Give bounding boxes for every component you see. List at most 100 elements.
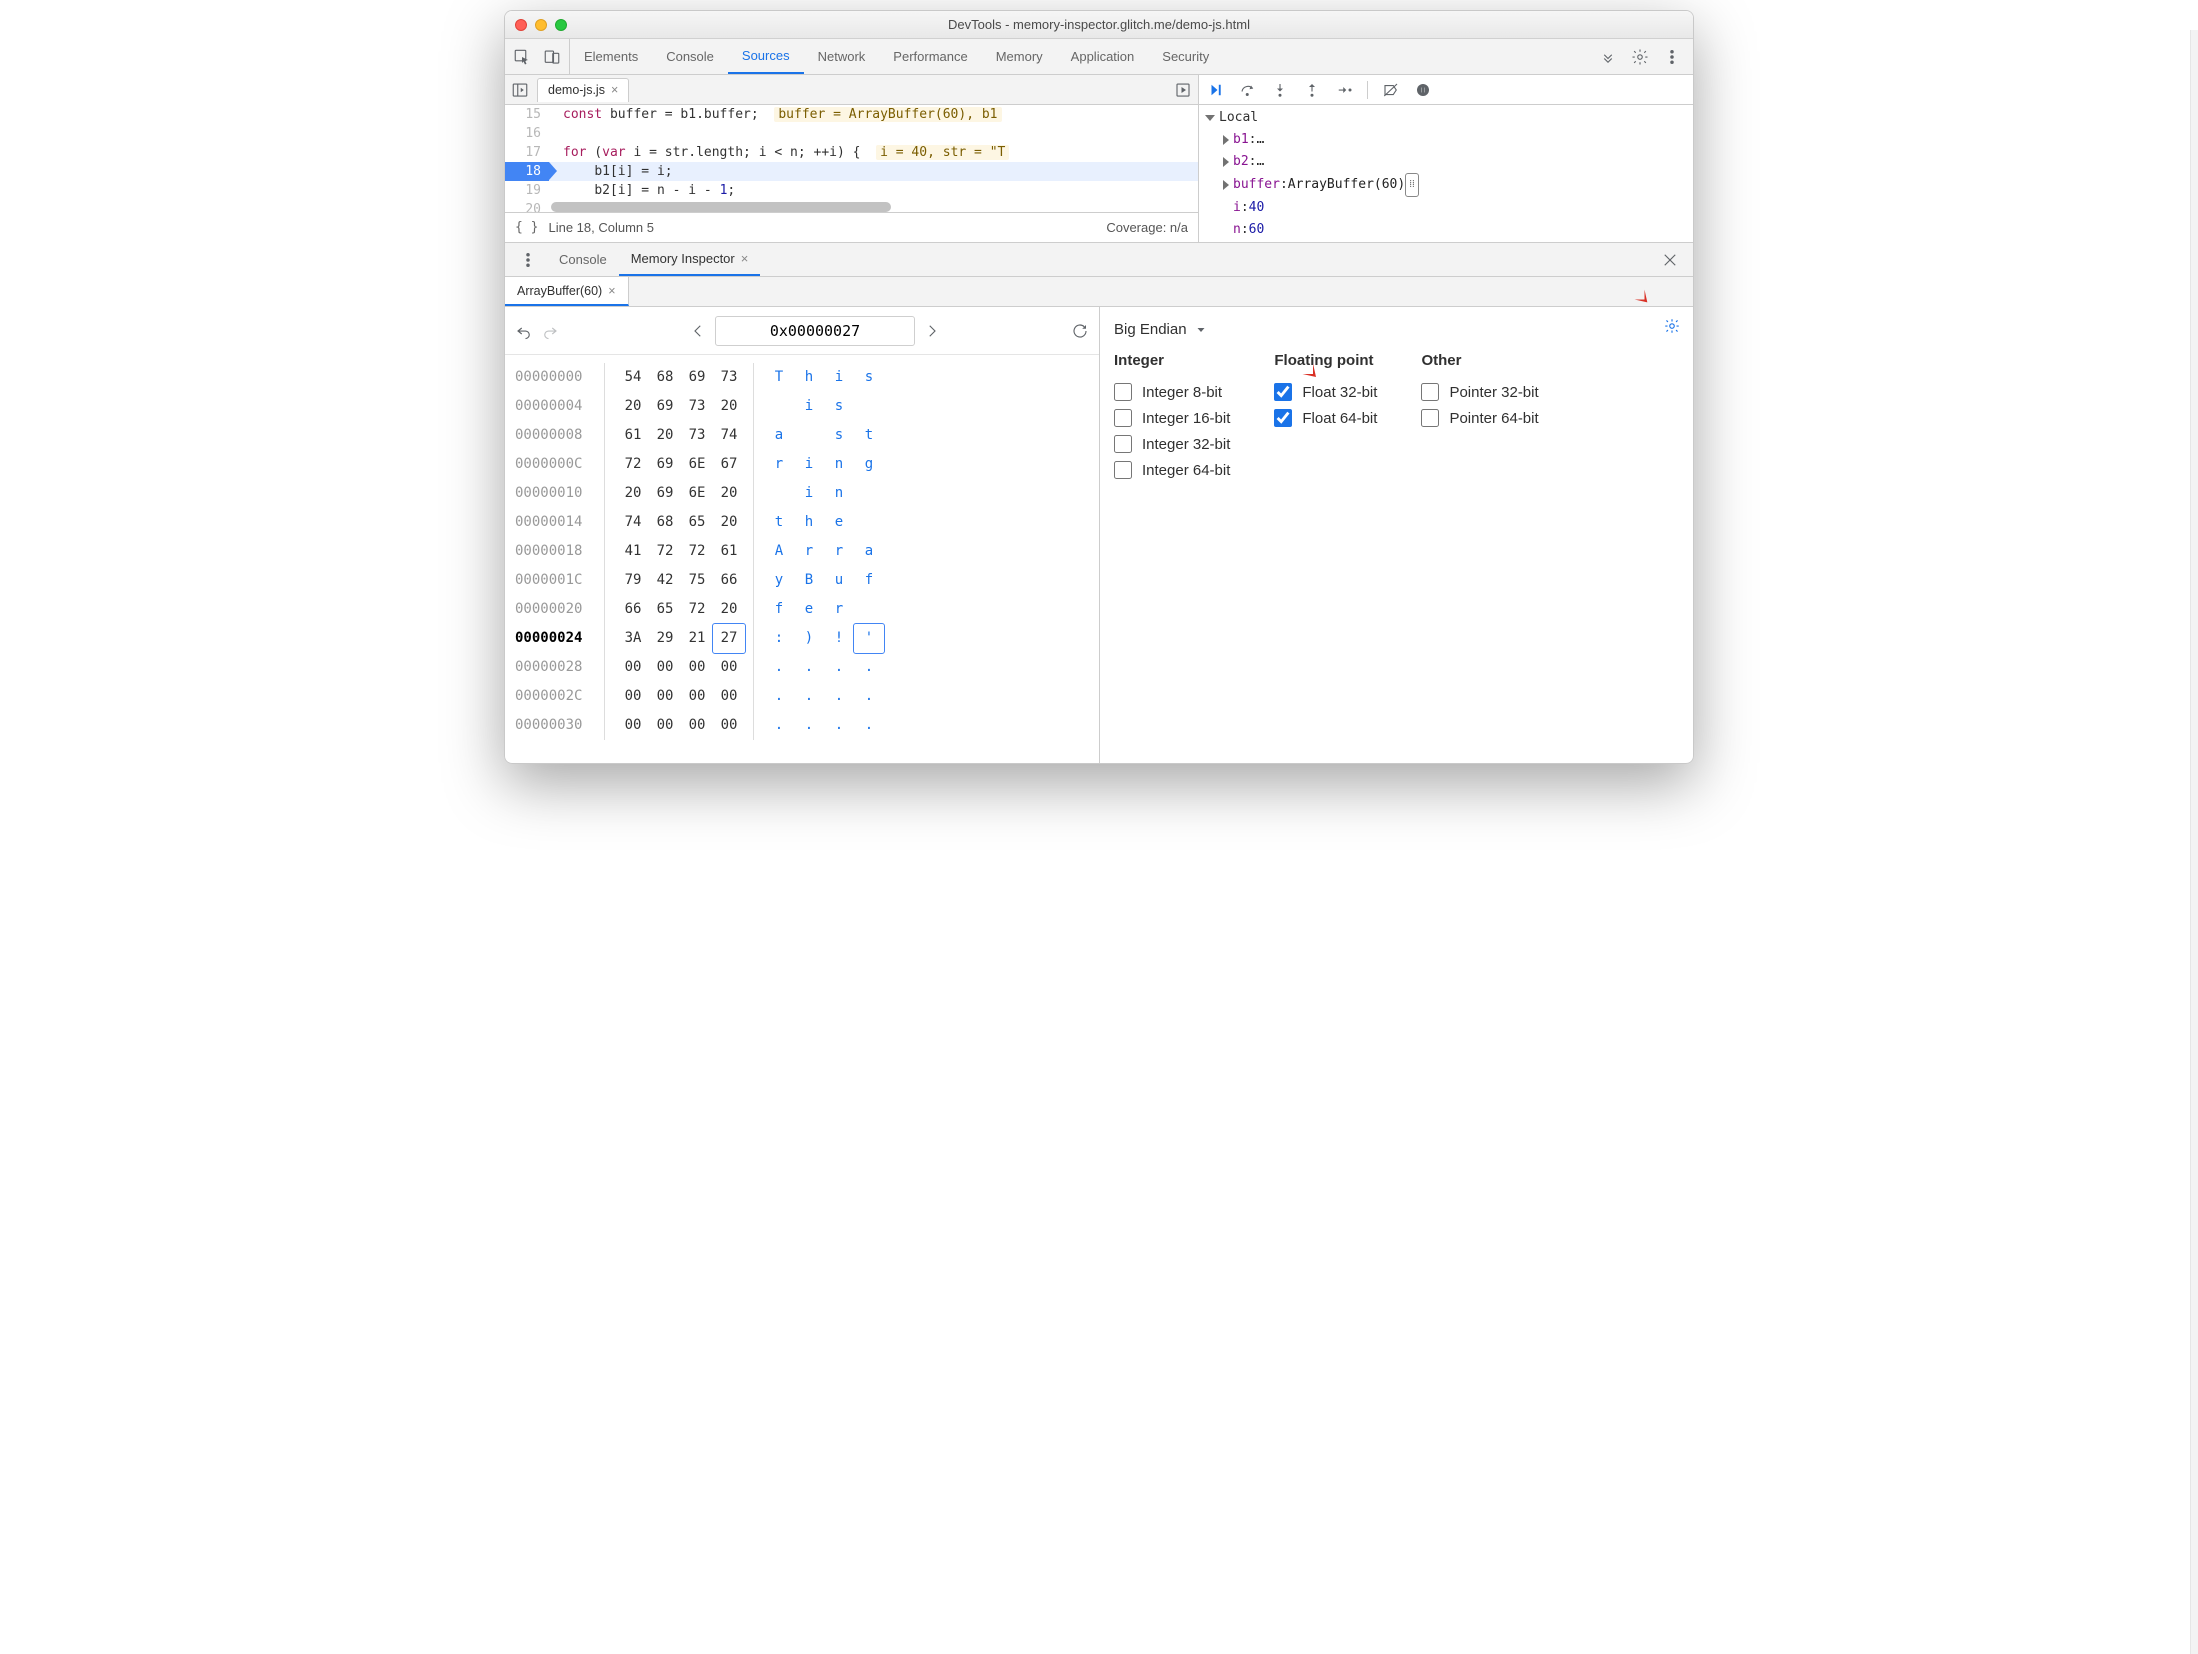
ascii-byte[interactable]: a xyxy=(854,537,884,566)
ascii-byte[interactable]: . xyxy=(824,653,854,682)
ascii-byte[interactable] xyxy=(764,392,794,421)
ascii-byte[interactable]: : xyxy=(764,624,794,653)
minimize-window-button[interactable] xyxy=(535,19,547,31)
hex-byte[interactable]: 66 xyxy=(713,566,745,595)
value-type-option[interactable]: Integer 8-bit xyxy=(1114,379,1230,405)
hex-byte[interactable]: 72 xyxy=(681,537,713,566)
hex-byte[interactable]: 72 xyxy=(649,537,681,566)
hex-byte[interactable]: 21 xyxy=(681,624,713,653)
hex-byte[interactable]: 00 xyxy=(713,653,745,682)
line-number[interactable]: 15 xyxy=(505,105,549,124)
code-editor[interactable]: 15const buffer = b1.buffer; buffer = Arr… xyxy=(505,105,1198,212)
line-number[interactable]: 20 xyxy=(505,200,549,212)
horizontal-scrollbar[interactable] xyxy=(551,202,891,212)
hex-byte[interactable]: 00 xyxy=(713,711,745,740)
deactivate-breakpoints-icon[interactable] xyxy=(1382,81,1400,99)
hex-byte[interactable]: 54 xyxy=(617,363,649,392)
step-icon[interactable] xyxy=(1335,81,1353,99)
line-number[interactable]: 17 xyxy=(505,143,549,162)
ascii-byte[interactable]: r xyxy=(794,537,824,566)
scope-variable[interactable]: buffer: ArrayBuffer(60) ⁞⁞ xyxy=(1205,173,1693,197)
ascii-byte[interactable]: . xyxy=(794,653,824,682)
hex-byte[interactable]: 00 xyxy=(649,653,681,682)
pause-on-exceptions-icon[interactable] xyxy=(1414,81,1432,99)
tab-console[interactable]: Console xyxy=(652,39,728,74)
hex-byte[interactable]: 74 xyxy=(713,421,745,450)
scope-variable[interactable]: i: 40 xyxy=(1205,197,1693,219)
hex-byte[interactable]: 20 xyxy=(617,479,649,508)
expand-icon[interactable] xyxy=(1223,135,1229,145)
hex-byte[interactable]: 69 xyxy=(649,392,681,421)
memory-buffer-tab[interactable]: ArrayBuffer(60) × xyxy=(505,277,629,306)
close-buffer-tab-icon[interactable]: × xyxy=(608,284,615,298)
checkbox[interactable] xyxy=(1114,383,1132,401)
line-number[interactable]: 16 xyxy=(505,124,549,143)
hex-byte[interactable]: 00 xyxy=(713,682,745,711)
hex-byte[interactable]: 29 xyxy=(649,624,681,653)
ascii-byte[interactable] xyxy=(854,595,884,624)
hex-byte[interactable]: 20 xyxy=(649,421,681,450)
value-type-option[interactable]: Integer 16-bit xyxy=(1114,405,1230,431)
hex-byte[interactable]: 20 xyxy=(713,508,745,537)
tab-performance[interactable]: Performance xyxy=(879,39,981,74)
ascii-byte[interactable]: A xyxy=(764,537,794,566)
hex-byte[interactable]: 00 xyxy=(617,682,649,711)
run-snippet-icon[interactable] xyxy=(1174,81,1192,99)
checkbox[interactable] xyxy=(1274,409,1292,427)
hex-byte[interactable]: 00 xyxy=(681,682,713,711)
hex-byte[interactable]: 69 xyxy=(649,450,681,479)
hex-byte[interactable]: 00 xyxy=(617,653,649,682)
hex-byte[interactable]: 74 xyxy=(617,508,649,537)
hex-byte[interactable]: 69 xyxy=(681,363,713,392)
tab-sources[interactable]: Sources xyxy=(728,39,804,74)
step-into-icon[interactable] xyxy=(1271,81,1289,99)
hex-viewer[interactable]: 0000000054686973This0000000420697320 is … xyxy=(505,355,1099,748)
address-input[interactable] xyxy=(715,316,915,346)
close-window-button[interactable] xyxy=(515,19,527,31)
hex-byte[interactable]: 20 xyxy=(713,479,745,508)
step-out-icon[interactable] xyxy=(1303,81,1321,99)
scope-variable[interactable]: n: 60 xyxy=(1205,219,1693,241)
ascii-byte[interactable]: . xyxy=(794,682,824,711)
hex-byte[interactable]: 00 xyxy=(681,653,713,682)
close-drawer-tab-icon[interactable]: × xyxy=(741,251,749,266)
ascii-byte[interactable]: i xyxy=(794,450,824,479)
redo-icon[interactable] xyxy=(541,322,559,340)
ascii-byte[interactable]: s xyxy=(824,421,854,450)
hex-byte[interactable]: 20 xyxy=(713,392,745,421)
hex-byte[interactable]: 6E xyxy=(681,450,713,479)
drawer-tab-console[interactable]: Console xyxy=(547,243,619,276)
file-tab[interactable]: demo-js.js × xyxy=(537,78,629,102)
prev-address-icon[interactable] xyxy=(689,322,707,340)
expand-icon[interactable] xyxy=(1205,115,1215,121)
hex-byte[interactable]: 20 xyxy=(713,595,745,624)
ascii-byte[interactable]: B xyxy=(794,566,824,595)
ascii-byte[interactable] xyxy=(854,508,884,537)
ascii-byte[interactable]: . xyxy=(764,653,794,682)
value-type-option[interactable]: Pointer 32-bit xyxy=(1421,379,1538,405)
ascii-byte[interactable]: g xyxy=(854,450,884,479)
next-address-icon[interactable] xyxy=(923,322,941,340)
value-type-option[interactable]: Pointer 64-bit xyxy=(1421,405,1538,431)
ascii-byte[interactable]: r xyxy=(764,450,794,479)
tab-memory[interactable]: Memory xyxy=(982,39,1057,74)
hex-byte[interactable]: 73 xyxy=(681,392,713,421)
scope-variable[interactable]: str: "This is a string in the ArrayBuffe… xyxy=(1205,241,1693,242)
value-type-option[interactable]: Integer 64-bit xyxy=(1114,457,1230,483)
ascii-byte[interactable] xyxy=(854,392,884,421)
ascii-byte[interactable]: n xyxy=(824,450,854,479)
hex-byte[interactable]: 68 xyxy=(649,508,681,537)
ascii-byte[interactable]: . xyxy=(854,682,884,711)
endianness-dropdown-icon[interactable] xyxy=(1195,324,1207,336)
ascii-byte[interactable]: t xyxy=(854,421,884,450)
hex-byte[interactable]: 67 xyxy=(713,450,745,479)
kebab-menu-icon[interactable] xyxy=(1663,48,1681,66)
value-type-option[interactable]: Integer 32-bit xyxy=(1114,431,1230,457)
checkbox[interactable] xyxy=(1421,409,1439,427)
ascii-byte[interactable] xyxy=(764,479,794,508)
hex-byte[interactable]: 65 xyxy=(649,595,681,624)
expand-icon[interactable] xyxy=(1223,180,1229,190)
ascii-byte[interactable]: i xyxy=(824,363,854,392)
value-type-option[interactable]: Float 64-bit xyxy=(1274,405,1377,431)
drawer-tab-memory-inspector[interactable]: Memory Inspector× xyxy=(619,243,761,276)
